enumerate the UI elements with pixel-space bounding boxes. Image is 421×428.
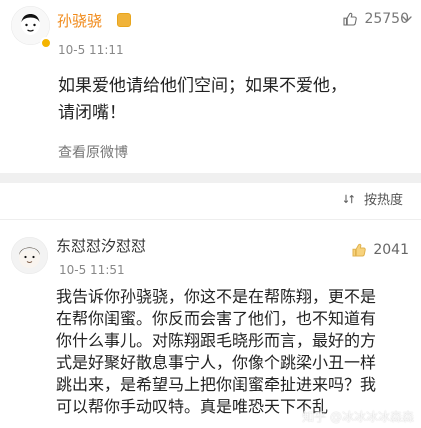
section-divider [0, 173, 421, 183]
timestamp: 10-5 11:51 [59, 263, 125, 277]
reply-content: 我告诉你孙骁骁，你这不是在帮陈翔，更不是 在帮你闺蜜。你反而会害了他们，也不知道… [56, 287, 377, 416]
like-count[interactable]: 2041 [351, 242, 409, 258]
sort-icon [343, 193, 359, 209]
like-count-text: 2041 [373, 242, 409, 258]
level-icon [117, 13, 131, 27]
view-original-link[interactable]: 查看原微博 [58, 144, 128, 162]
avatar-photo-icon [11, 237, 48, 274]
thumbs-up-icon [351, 242, 367, 258]
watermark: 知乎 @冰冰冰冰森森 [302, 410, 414, 424]
sort-control[interactable]: 按热度 [343, 192, 403, 210]
reply-section: 按热度 东怼怼汐怼怼 10-5 11:51 2041 我告诉你孙骁骁，你这不是在… [0, 183, 421, 428]
top-comment-card: 孙骁骁 10-5 11:11 25750 如果爱他请给他们空间；如果不爱他， 请… [0, 0, 421, 173]
comment-content: 如果爱他请给他们空间；如果不爱他， 请闭嘴！ [58, 76, 347, 123]
like-count[interactable]: 25750 [342, 11, 409, 27]
thumbs-up-icon [342, 11, 358, 27]
sort-label: 按热度 [363, 193, 403, 208]
avatar[interactable] [11, 237, 48, 274]
verified-badge-icon [40, 37, 52, 49]
username[interactable]: 孙骁骁 [57, 12, 102, 30]
weibo-comments-screen: 孙骁骁 10-5 11:11 25750 如果爱他请给他们空间；如果不爱他， 请… [0, 0, 421, 428]
sort-bar: 按热度 [0, 183, 421, 220]
chevron-down-icon[interactable] [401, 13, 413, 25]
username[interactable]: 东怼怼汐怼怼 [56, 237, 146, 255]
timestamp: 10-5 11:11 [58, 43, 124, 57]
